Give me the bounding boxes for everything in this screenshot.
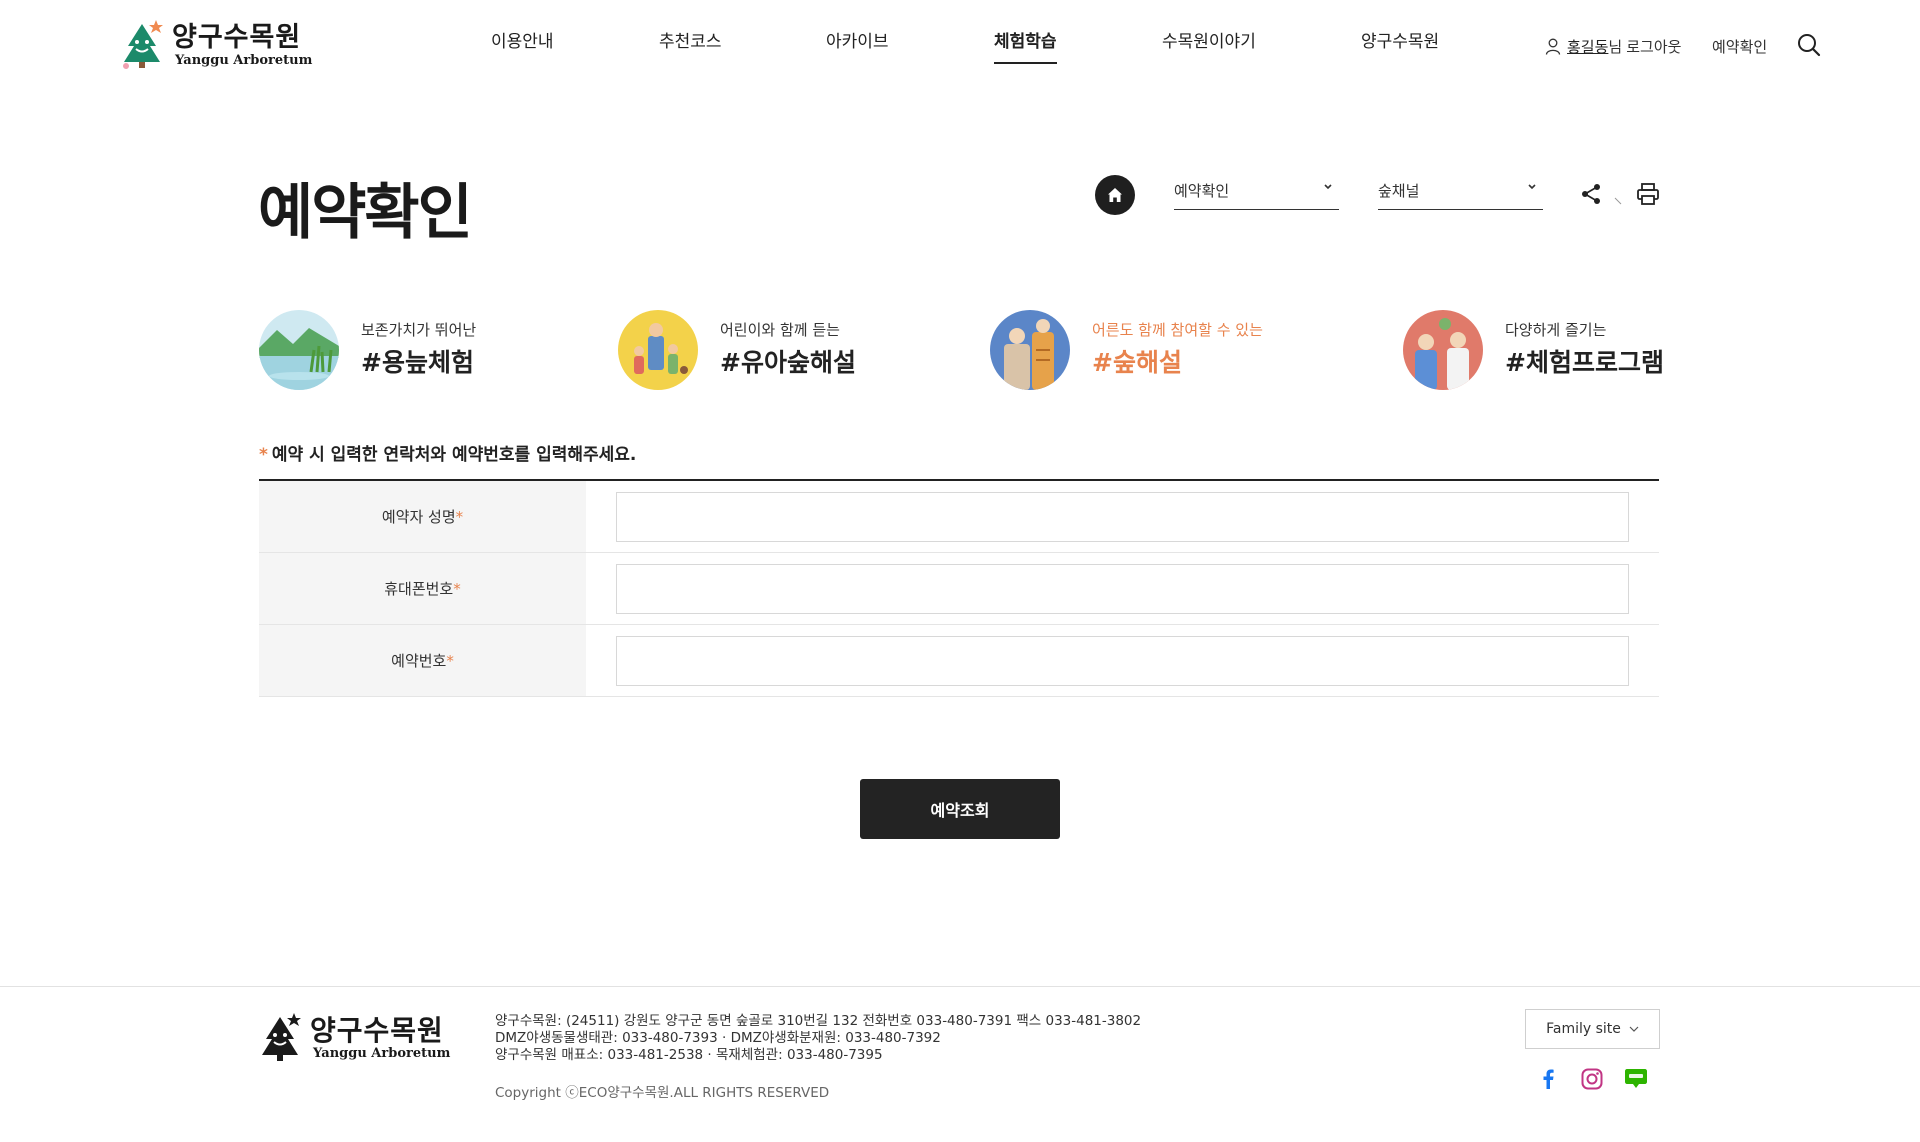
form-row-phone: 휴대폰번호 * [259,553,1659,625]
program-image-experience [1403,310,1483,390]
tree-logo-icon [258,1011,302,1065]
nav-item-course[interactable]: 추천코스 [659,26,722,64]
field-label: 휴대폰번호 * [259,553,586,624]
program-card-experience[interactable]: 다양하게 즐기는 #체험프로그램 [1403,310,1664,390]
form-notice: * 예약 시 입력한 연락처와 예약번호를 입력해주세요. [259,440,636,465]
home-icon [1108,188,1122,202]
nav-item-story[interactable]: 수목원이야기 [1162,26,1256,64]
share-icon[interactable] [1580,182,1602,206]
required-mark: * [455,507,464,526]
reserver-name-input[interactable] [616,491,1629,542]
print-icon[interactable] [1636,182,1660,206]
copyright: Copyright ⓒECO양구수목원.ALL RIGHTS RESERVED [495,1085,830,1101]
site-header: 양구수목원 Yanggu Arboretum 이용안내 추천코스 아카이브 체험… [0,0,1920,92]
search-icon[interactable] [1796,32,1822,58]
program-card-kids-forest[interactable]: 어린이와 함께 듣는 #유아숲해설 [618,310,856,390]
footer-info-line: DMZ야생동물생태관: 033-480-7393 · DMZ야생화분재원: 03… [495,1030,941,1046]
nav-item-guide[interactable]: 이용안내 [491,26,554,64]
program-sub: 보존가치가 뛰어난 [361,321,477,339]
required-star: * [259,445,268,465]
program-tag: #용늪체험 [361,348,474,377]
program-tag: #체험프로그램 [1505,348,1664,377]
breadcrumb-depth2-select[interactable]: 숲채널 [1378,176,1543,210]
program-sub: 다양하게 즐기는 [1505,321,1607,339]
program-card-yongneup[interactable]: 보존가치가 뛰어난 #용늪체험 [259,310,476,390]
form-row-name: 예약자 성명 * [259,481,1659,553]
family-site-select[interactable]: Family site [1525,1009,1660,1049]
required-mark: * [453,579,461,598]
field-label: 예약자 성명 * [259,481,586,552]
instagram-icon[interactable] [1580,1067,1604,1091]
tree-logo-icon [120,18,164,72]
program-sub: 어린이와 함께 듣는 [720,321,840,339]
chevron-down-icon [1324,184,1332,190]
logout-link[interactable]: 로그아웃 [1626,36,1681,57]
reservation-lookup-form: 예약자 성명 * 휴대폰번호 * 예약번호 * [259,479,1659,697]
family-site-label: Family site [1546,1021,1621,1037]
field-label-text: 휴대폰번호 [384,580,454,598]
user-info: 홍길동 님 로그아웃 [1545,34,1681,58]
chevron-down-icon [1629,1026,1639,1032]
form-notice-text: 예약 시 입력한 연락처와 예약번호를 입력해주세요. [271,445,637,465]
nav-item-archive[interactable]: 아카이브 [826,26,889,64]
program-tag: #숲해설 [1092,348,1182,377]
nav-item-about[interactable]: 양구수목원 [1361,26,1439,64]
footer-info-line: 양구수목원: (24511) 강원도 양구군 동면 숲골로 310번길 132 … [495,1013,1142,1029]
lookup-reservation-button[interactable]: 예약조회 [860,779,1060,839]
footer-logo[interactable]: 양구수목원 Yanggu Arboretum [258,1011,450,1065]
program-image-kids [618,310,698,390]
field-label-text: 예약번호 [391,652,447,670]
home-button[interactable] [1095,175,1135,215]
divider-mark [1614,190,1622,205]
user-icon [1545,38,1561,55]
username[interactable]: 홍길동 [1567,36,1608,57]
nav-item-experience[interactable]: 체험학습 [994,26,1057,64]
field-label-text: 예약자 성명 [381,508,456,526]
program-sub: 어른도 함께 참여할 수 있는 [1092,321,1263,339]
breadcrumb-depth2-label: 숲채널 [1378,182,1420,200]
chevron-down-icon [1528,184,1536,190]
logo-title-ko: 양구수목원 [172,21,302,53]
reservation-number-input[interactable] [616,635,1629,686]
username-suffix: 님 [1608,37,1623,56]
required-mark: * [446,651,454,670]
logo-title-en: Yanggu Arboretum [175,52,313,68]
breadcrumb-depth1-label: 예약확인 [1174,182,1230,200]
field-label: 예약번호 * [259,625,586,696]
phone-number-input[interactable] [616,563,1629,614]
site-logo[interactable]: 양구수목원 Yanggu Arboretum [120,18,320,72]
facebook-icon[interactable] [1536,1067,1560,1091]
program-image-guide [990,310,1070,390]
site-footer: 양구수목원 Yanggu Arboretum 양구수목원: (24511) 강원… [0,986,1920,1142]
program-tag: #유아숲해설 [720,348,856,377]
blog-icon[interactable] [1624,1067,1648,1091]
footer-logo-ko: 양구수목원 [310,1013,444,1047]
footer-info-line: 양구수목원 매표소: 033-481-2538 · 목재체험관: 033-480… [495,1047,883,1063]
page-title: 예약확인 [258,178,473,248]
form-row-reservation-number: 예약번호 * [259,625,1659,697]
program-card-forest-guide[interactable]: 어른도 함께 참여할 수 있는 #숲해설 [990,310,1263,390]
program-image-wetland [259,310,339,390]
reservation-check-link[interactable]: 예약확인 [1712,34,1767,58]
breadcrumb-depth1-select[interactable]: 예약확인 [1174,176,1339,210]
footer-address: 양구수목원: (24511) 강원도 양구군 동면 숲골로 310번길 132 … [495,1013,1141,1064]
footer-logo-en: Yanggu Arboretum [313,1045,451,1061]
